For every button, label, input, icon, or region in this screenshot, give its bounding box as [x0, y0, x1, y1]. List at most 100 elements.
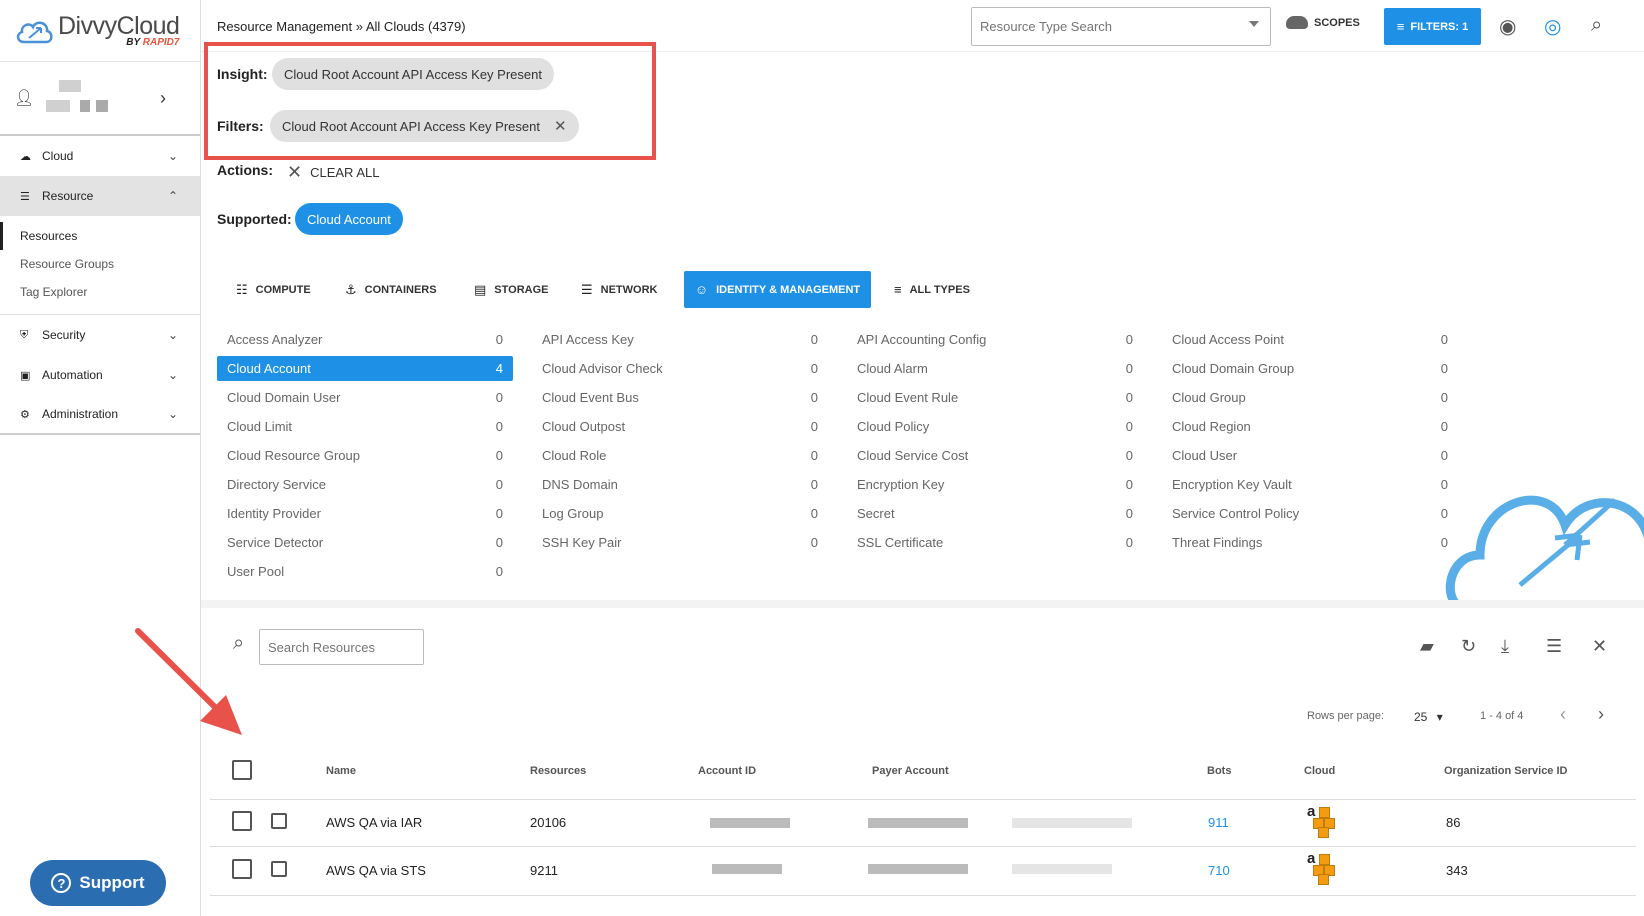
logo[interactable]: DivvyCloud BY RAPID7: [0, 0, 200, 62]
resource-type-item[interactable]: SSH Key Pair 0: [532, 530, 828, 555]
close-icon[interactable]: ✕: [1592, 636, 1607, 657]
filters-button[interactable]: ≡ FILTERS: 1: [1384, 8, 1481, 45]
scopes-button[interactable]: SCOPES: [1286, 16, 1360, 29]
resource-type-item[interactable]: Encryption Key 0: [847, 472, 1143, 497]
resource-type-item[interactable]: Cloud Limit 0: [217, 414, 513, 439]
subnav-resource-groups[interactable]: Resource Groups: [0, 250, 200, 278]
resource-type-item[interactable]: Cloud Outpost 0: [532, 414, 828, 439]
resource-type-name: Cloud Region: [1172, 419, 1251, 434]
user-profile[interactable]: 👤︎ ›: [0, 62, 200, 136]
resource-type-item[interactable]: Access Analyzer 0: [217, 327, 513, 352]
tab-compute[interactable]: ☷ COMPUTE: [228, 271, 319, 308]
tab-storage[interactable]: ▤ STORAGE: [466, 271, 557, 308]
highlight-box: [204, 42, 656, 160]
column-bots[interactable]: Bots: [1207, 765, 1231, 777]
column-payer-account[interactable]: Payer Account: [872, 765, 949, 777]
resource-type-item[interactable]: Cloud Policy 0: [847, 414, 1143, 439]
subnav-resources[interactable]: Resources: [0, 222, 200, 250]
resource-type-item[interactable]: Cloud User 0: [1162, 443, 1458, 468]
eye-icon[interactable]: ◎: [1544, 14, 1561, 39]
resource-type-item[interactable]: Directory Service 0: [217, 472, 513, 497]
chevron-down-icon: ⌄: [167, 368, 178, 382]
resource-type-name: Cloud Account: [227, 361, 311, 376]
open-external-icon[interactable]: [271, 813, 287, 829]
resource-type-item[interactable]: Service Control Policy 0: [1162, 501, 1458, 526]
resource-type-count: 0: [810, 332, 818, 347]
sidebar-item-automation[interactable]: ▣ Automation ⌄: [0, 355, 200, 395]
column-account-id[interactable]: Account ID: [698, 765, 756, 777]
resource-type-count: 0: [1125, 535, 1133, 550]
refresh-icon[interactable]: ↻: [1461, 636, 1476, 657]
chevron-right-icon[interactable]: ›: [160, 88, 166, 109]
resource-type-item[interactable]: Cloud Group 0: [1162, 385, 1458, 410]
column-organization-service-id[interactable]: Organization Service ID: [1444, 765, 1567, 777]
dropdown-caret-icon[interactable]: [1249, 21, 1259, 27]
resource-type-count: 0: [1125, 506, 1133, 521]
resource-type-item[interactable]: Cloud Account 4: [217, 356, 513, 381]
tab-containers[interactable]: ⚓ CONTAINERS: [337, 271, 445, 308]
resource-type-item[interactable]: Cloud Advisor Check 0: [532, 356, 828, 381]
subnav-tag-explorer[interactable]: Tag Explorer: [0, 278, 200, 306]
select-all-checkbox[interactable]: [232, 760, 252, 780]
search-resources-input[interactable]: [259, 629, 424, 665]
sidebar-item-resource[interactable]: ☰ Resource ⌃: [0, 176, 200, 216]
resource-type-count: 0: [1125, 361, 1133, 376]
tab-network[interactable]: ☰ NETWORK: [573, 271, 665, 308]
resource-type-item[interactable]: Service Detector 0: [217, 530, 513, 555]
column-resources[interactable]: Resources: [530, 765, 586, 777]
row-checkbox[interactable]: [232, 811, 252, 831]
resource-type-item[interactable]: Threat Findings 0: [1162, 530, 1458, 555]
resource-type-name: Identity Provider: [227, 506, 321, 521]
row-checkbox[interactable]: [232, 859, 252, 879]
resource-type-item[interactable]: Cloud Service Cost 0: [847, 443, 1143, 468]
sidebar-item-cloud[interactable]: ☁ Cloud ⌄: [0, 136, 200, 176]
supported-chip[interactable]: Cloud Account: [295, 203, 403, 235]
column-name[interactable]: Name: [326, 765, 356, 777]
resource-type-item[interactable]: API Access Key 0: [532, 327, 828, 352]
network-icon: ☰: [581, 281, 593, 297]
tag-icon[interactable]: ▰: [1420, 636, 1434, 657]
resource-type-item[interactable]: SSL Certificate 0: [847, 530, 1143, 555]
resource-type-item[interactable]: Cloud Region 0: [1162, 414, 1458, 439]
resource-type-item[interactable]: Cloud Access Point 0: [1162, 327, 1458, 352]
tab-all-types[interactable]: ≡ ALL TYPES: [886, 271, 978, 308]
resource-type-item[interactable]: Cloud Role 0: [532, 443, 828, 468]
resource-type-count: 0: [495, 477, 503, 492]
account-icon[interactable]: ◉: [1499, 14, 1516, 39]
resource-type-item[interactable]: Cloud Event Rule 0: [847, 385, 1143, 410]
resource-type-name: Cloud User: [1172, 448, 1238, 463]
resource-type-item[interactable]: Cloud Event Bus 0: [532, 385, 828, 410]
resource-type-item[interactable]: Identity Provider 0: [217, 501, 513, 526]
resource-type-item[interactable]: Encryption Key Vault 0: [1162, 472, 1458, 497]
resource-type-name: Cloud Policy: [857, 419, 930, 434]
download-icon[interactable]: ⤓: [1501, 636, 1509, 657]
resource-type-item[interactable]: Log Group 0: [532, 501, 828, 526]
support-button[interactable]: ? Support: [30, 860, 166, 906]
row-resources: 9211: [530, 863, 558, 878]
row-bots-link[interactable]: 710: [1208, 863, 1230, 878]
row-bots-link[interactable]: 911: [1208, 815, 1229, 830]
chevron-right-icon[interactable]: ›: [1598, 704, 1604, 725]
resource-type-item[interactable]: Cloud Domain User 0: [217, 385, 513, 410]
resource-type-item[interactable]: User Pool 0: [217, 559, 513, 584]
resource-type-search-input[interactable]: [971, 7, 1271, 46]
sidebar-item-security[interactable]: ⛨ Security ⌄: [0, 315, 200, 355]
sidebar-item-administration[interactable]: ⚙ Administration ⌄: [0, 395, 200, 435]
search-icon[interactable]: ⌕: [1591, 14, 1602, 37]
tab-identity-management[interactable]: ☺ IDENTITY & MANAGEMENT: [684, 271, 871, 308]
clear-all-button[interactable]: ✕ CLEAR ALL: [287, 162, 379, 183]
resource-type-item[interactable]: DNS Domain 0: [532, 472, 828, 497]
resource-type-item[interactable]: Cloud Domain Group 0: [1162, 356, 1458, 381]
column-cloud[interactable]: Cloud: [1304, 765, 1335, 777]
chevron-left-icon[interactable]: ‹: [1560, 704, 1566, 725]
rows-per-page-select[interactable]: 25 ▾: [1414, 710, 1443, 724]
resource-type-count: 0: [1125, 448, 1133, 463]
open-external-icon[interactable]: [271, 861, 287, 877]
resource-type-name: Cloud Domain User: [227, 390, 341, 405]
resource-type-item[interactable]: Cloud Alarm 0: [847, 356, 1143, 381]
resource-type-item[interactable]: API Accounting Config 0: [847, 327, 1143, 352]
resource-type-item[interactable]: Cloud Resource Group 0: [217, 443, 513, 468]
resource-type-item[interactable]: Secret 0: [847, 501, 1143, 526]
list-view-icon[interactable]: ☰: [1546, 636, 1562, 657]
resource-type-count: 0: [810, 535, 818, 550]
